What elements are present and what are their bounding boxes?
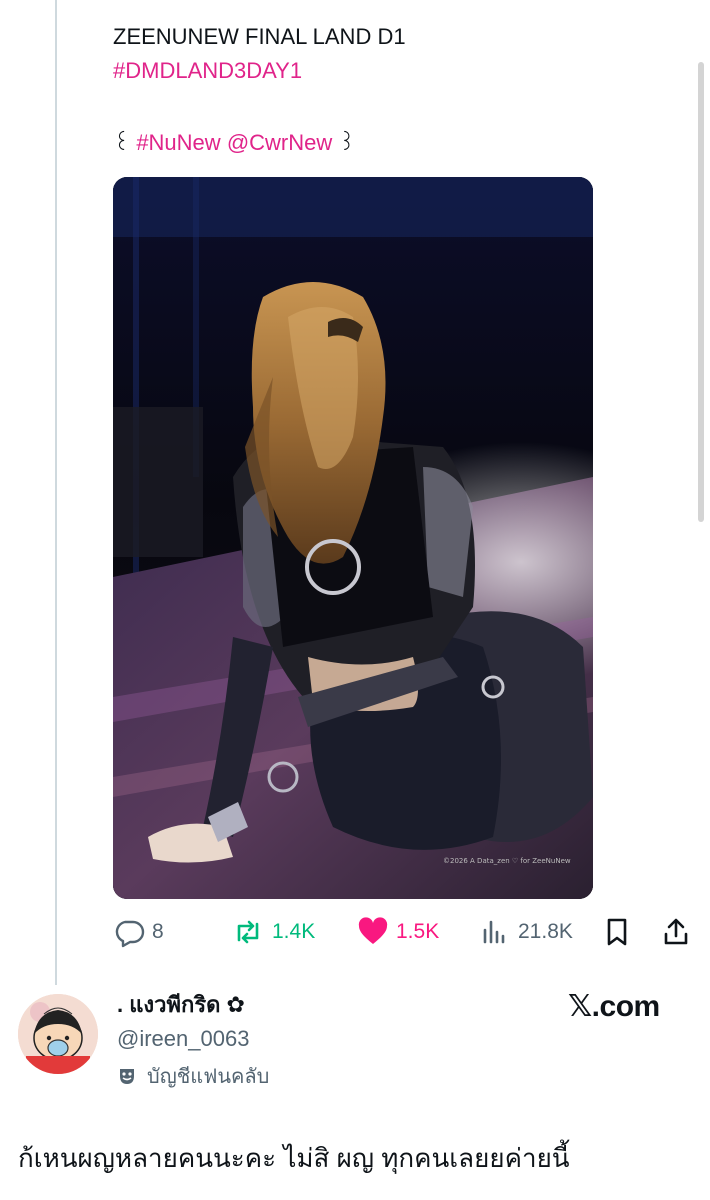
share-upload-icon	[661, 916, 691, 948]
speech-bubble-icon	[113, 916, 145, 948]
tag-open-bracket: ꒰	[113, 130, 137, 155]
fan-account-badge: บัญชีแฟนคลับ	[117, 1062, 269, 1090]
post-title-text: ZEENUNEW FINAL LAND D1	[113, 24, 406, 49]
post-tag-line: ꒰ #NuNew @CwrNew ꒱	[113, 128, 356, 158]
avatar[interactable]	[18, 994, 98, 1074]
theater-mask-icon	[117, 1066, 137, 1086]
reply-button[interactable]: 8	[113, 915, 164, 949]
like-button[interactable]: 1.5K	[357, 915, 439, 949]
thread-connector-line	[55, 0, 57, 985]
mention-link[interactable]: @CwrNew	[227, 130, 332, 155]
x-site-label: 𝕏.com	[568, 990, 660, 1023]
concert-photo-illustration: ©2026 A Data_zen ♡ for ZeeNuNew	[113, 177, 593, 899]
post-photo[interactable]: ©2026 A Data_zen ♡ for ZeeNuNew	[113, 177, 593, 899]
views-button[interactable]: 21.8K	[481, 915, 573, 949]
fan-account-label: บัญชีแฟนคลับ	[147, 1066, 270, 1088]
hashtag-link[interactable]: #DMDLAND3DAY1	[113, 58, 302, 84]
bookmark-button[interactable]	[603, 915, 631, 949]
like-count: 1.5K	[396, 920, 440, 943]
repost-arrows-icon	[231, 916, 265, 948]
tag-close-bracket: ꒱	[332, 130, 356, 155]
views-count: 21.8K	[518, 920, 573, 943]
cartoon-avatar-image	[18, 994, 98, 1074]
reply-count: 8	[152, 920, 164, 943]
heart-filled-icon	[357, 916, 389, 948]
scrollbar[interactable]	[698, 62, 704, 522]
quoter-handle[interactable]: @ireen_0063	[117, 1024, 249, 1054]
hashtag-nunew-link[interactable]: #NuNew	[136, 130, 220, 155]
repost-button[interactable]: 1.4K	[231, 915, 315, 949]
share-button[interactable]	[661, 915, 691, 949]
quote-caption-text: ก้เหนผญหลายคนนะคะ ไม่สิ ผญ ทุกคนเลยยค่าย…	[18, 1143, 570, 1173]
bookmark-icon	[603, 916, 631, 948]
repost-count: 1.4K	[272, 920, 316, 943]
photo-watermark: ©2026 A Data_zen ♡ for ZeeNuNew	[443, 857, 571, 865]
bar-chart-icon	[481, 916, 511, 948]
post-action-bar: 8 1.4K 1.5K 21.8K	[113, 915, 693, 949]
quoter-display-name[interactable]: . แงวพีกริด ✿	[117, 990, 245, 1020]
